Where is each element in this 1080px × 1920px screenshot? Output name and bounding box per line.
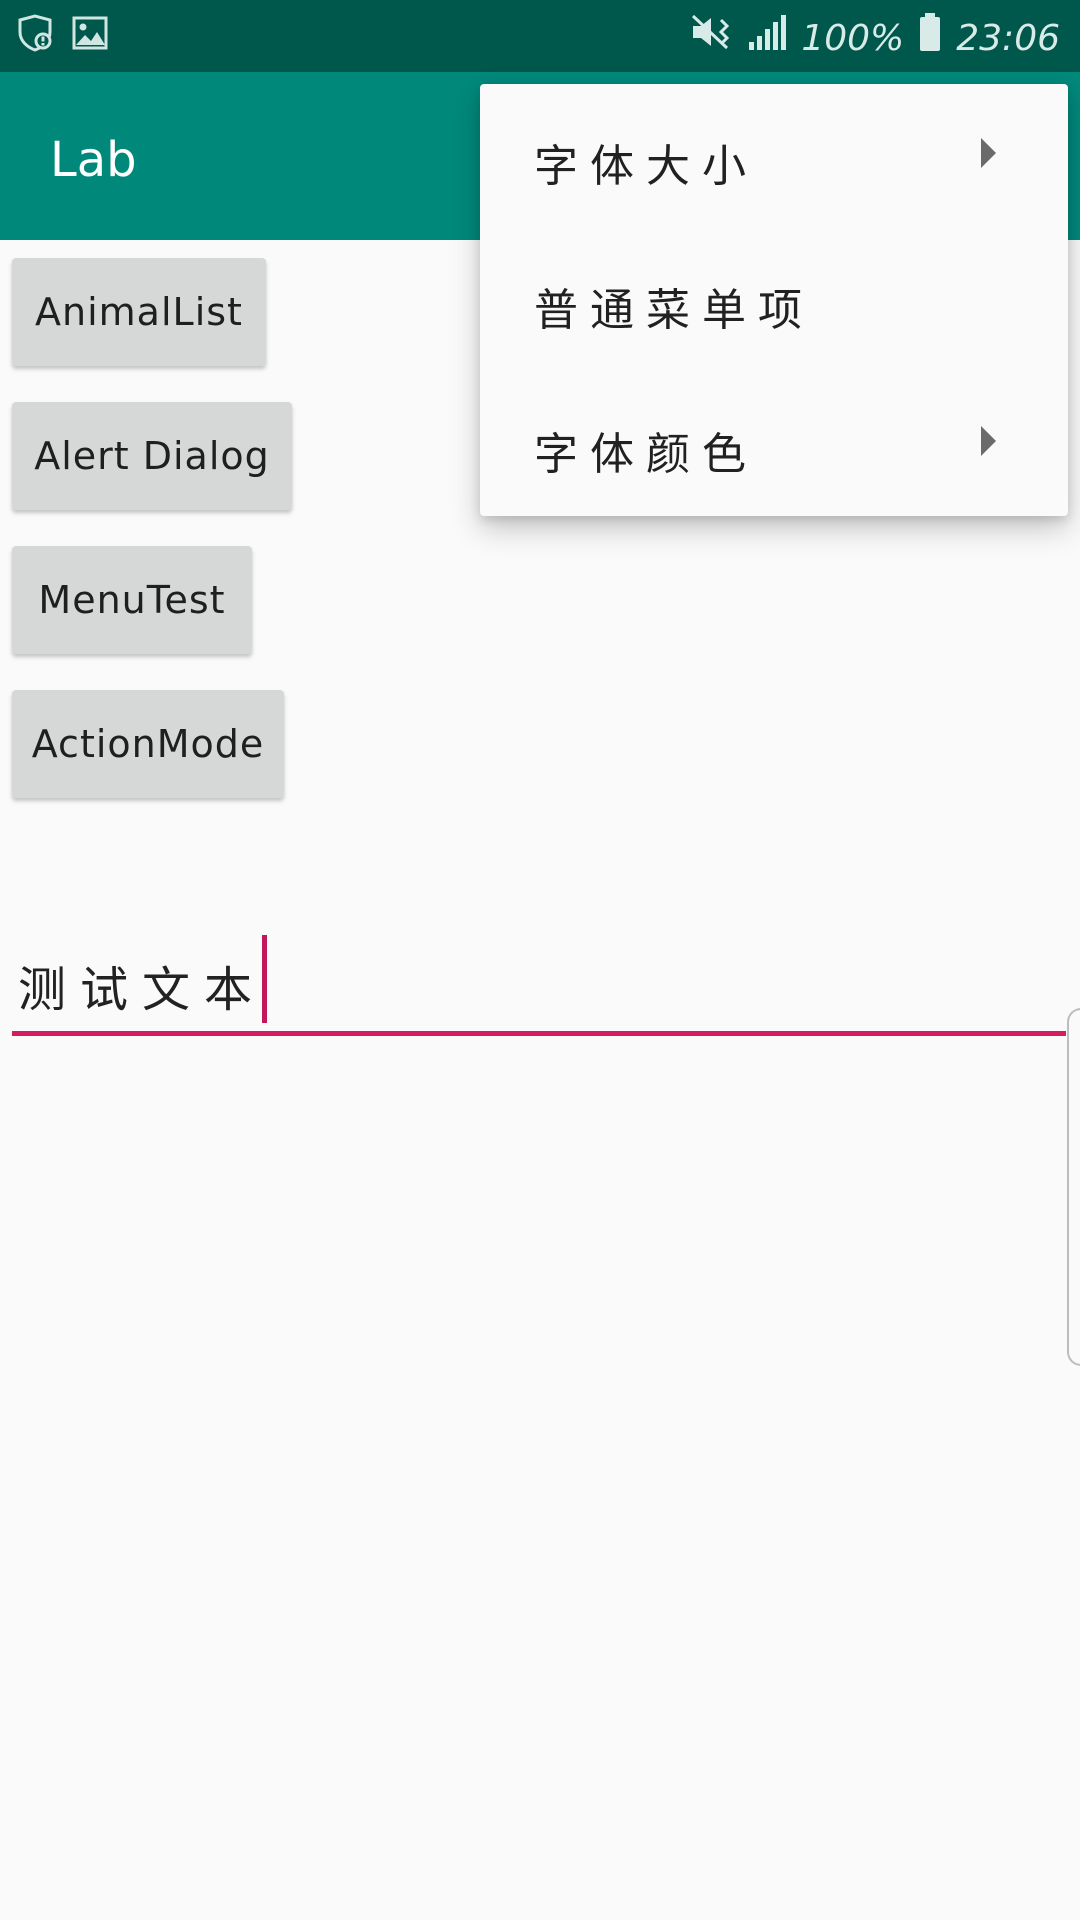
battery-text: 100% — [801, 17, 905, 59]
menu-item-label: 普通菜单项 — [534, 285, 814, 336]
animal-list-button[interactable]: AnimalList — [12, 258, 266, 366]
menu-item-label: 字体颜色 — [534, 429, 758, 480]
menu-item-font-size[interactable]: 字体大小 — [480, 84, 1068, 228]
menu-item-font-color[interactable]: 字体颜色 — [480, 372, 1068, 516]
submenu-arrow-icon — [981, 138, 996, 168]
image-icon — [72, 16, 108, 54]
menu-item-label: 字体大小 — [534, 141, 758, 192]
status-left-icons — [16, 14, 108, 56]
status-bar: 100% 23:06 — [0, 0, 1080, 72]
alert-dialog-button[interactable]: Alert Dialog — [12, 402, 292, 510]
shield-check-icon — [16, 14, 54, 56]
menu-test-button[interactable]: MenuTest — [12, 546, 252, 654]
status-time: 23:06 — [956, 17, 1060, 59]
submenu-arrow-icon — [981, 426, 996, 456]
signal-icon — [747, 12, 787, 65]
menu-item-normal[interactable]: 普通菜单项 — [480, 228, 1068, 372]
battery-icon — [918, 12, 942, 65]
status-right-icons: 100% 23:06 — [689, 12, 1060, 65]
action-mode-button[interactable]: ActionMode — [12, 690, 284, 798]
options-popup-menu: 字体大小 普通菜单项 字体颜色 — [480, 84, 1068, 516]
app-title: Lab — [50, 132, 137, 188]
input-underline — [12, 1031, 1066, 1036]
vibrate-mute-icon — [689, 12, 733, 65]
text-cursor — [262, 935, 267, 1023]
test-text-input[interactable]: 测试文本 — [18, 950, 266, 1020]
edge-panel-handle[interactable] — [1067, 1008, 1080, 1366]
